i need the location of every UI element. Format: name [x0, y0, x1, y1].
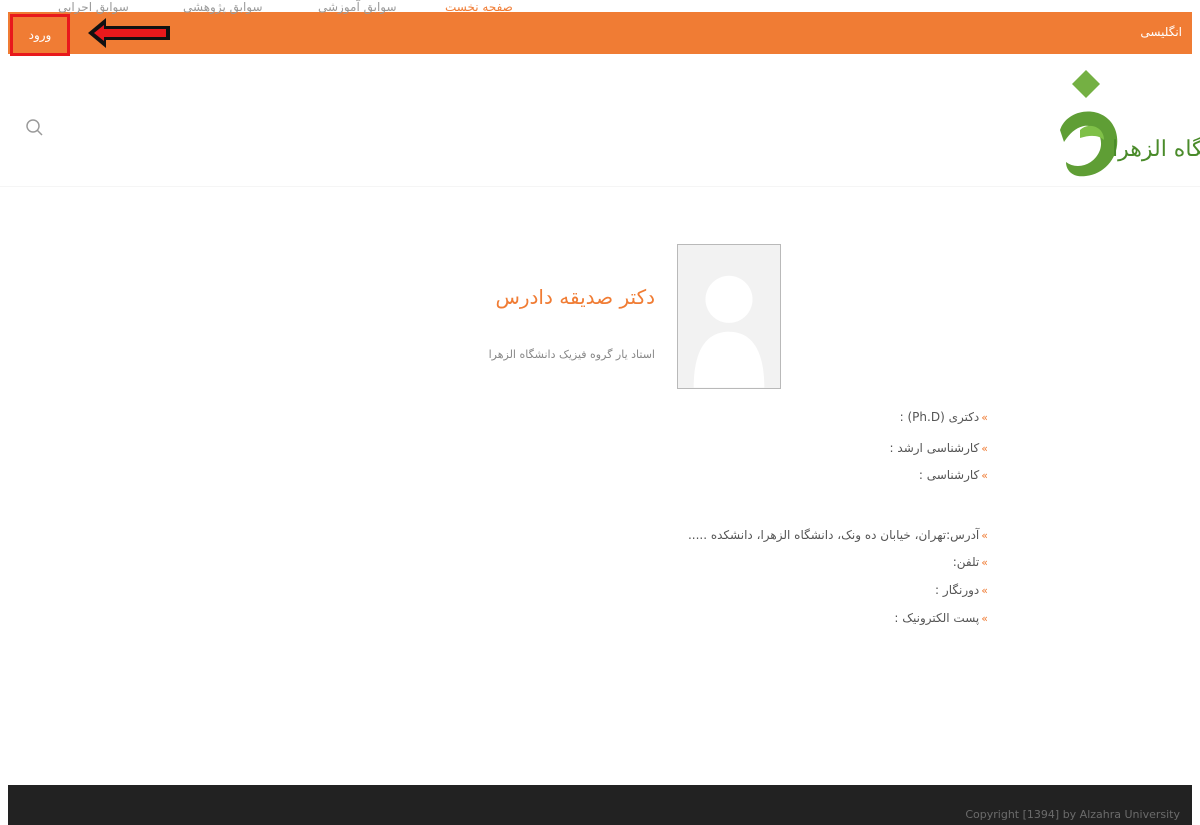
bullet-icon: »: [981, 612, 988, 625]
bullet-icon: »: [981, 442, 988, 455]
divider: [0, 186, 1200, 187]
svg-text:دانشگاه الزهرا: دانشگاه الزهرا: [1112, 136, 1200, 162]
bullet-icon: »: [981, 556, 988, 569]
profile-name: دکتر صدیقه دادرس: [495, 285, 655, 309]
nav-research-records[interactable]: سوابق پژوهشی: [183, 0, 263, 20]
nav-educational-records[interactable]: سوابق آموزشی: [318, 0, 397, 20]
nav-home[interactable]: صفحه نخست: [445, 0, 513, 20]
university-logo: دانشگاه الزهرا: [1060, 70, 1200, 177]
copyright-text: Copyright [1394] by Alzahra University: [965, 808, 1180, 821]
contact-phone: »تلفن:: [952, 555, 988, 569]
login-button[interactable]: ورود: [10, 14, 70, 56]
search-icon[interactable]: [24, 118, 44, 138]
bullet-icon: »: [981, 411, 988, 424]
footer: Copyright [1394] by Alzahra University: [8, 785, 1192, 825]
profile-photo: [677, 244, 781, 389]
contact-address: »آدرس:تهران، خیابان ده ونک، دانشگاه الزه…: [687, 528, 988, 542]
contact-fax: »دورنگار :: [935, 583, 988, 597]
education-masters: »کارشناسی ارشد :: [889, 441, 988, 455]
education-phd: »دکتری (Ph.D) :: [899, 410, 988, 424]
profile-title: استاد یار گروه فیزیک دانشگاه الزهرا: [488, 348, 655, 361]
language-link[interactable]: انگلیسی: [1140, 25, 1182, 39]
bullet-icon: »: [981, 584, 988, 597]
bullet-icon: »: [981, 529, 988, 542]
bullet-icon: »: [981, 469, 988, 482]
contact-email: »پست الکترونیک :: [894, 611, 988, 625]
education-bachelors: »کارشناسی :: [918, 468, 988, 482]
nav-executive-records[interactable]: سوابق اجرایی: [58, 0, 129, 20]
